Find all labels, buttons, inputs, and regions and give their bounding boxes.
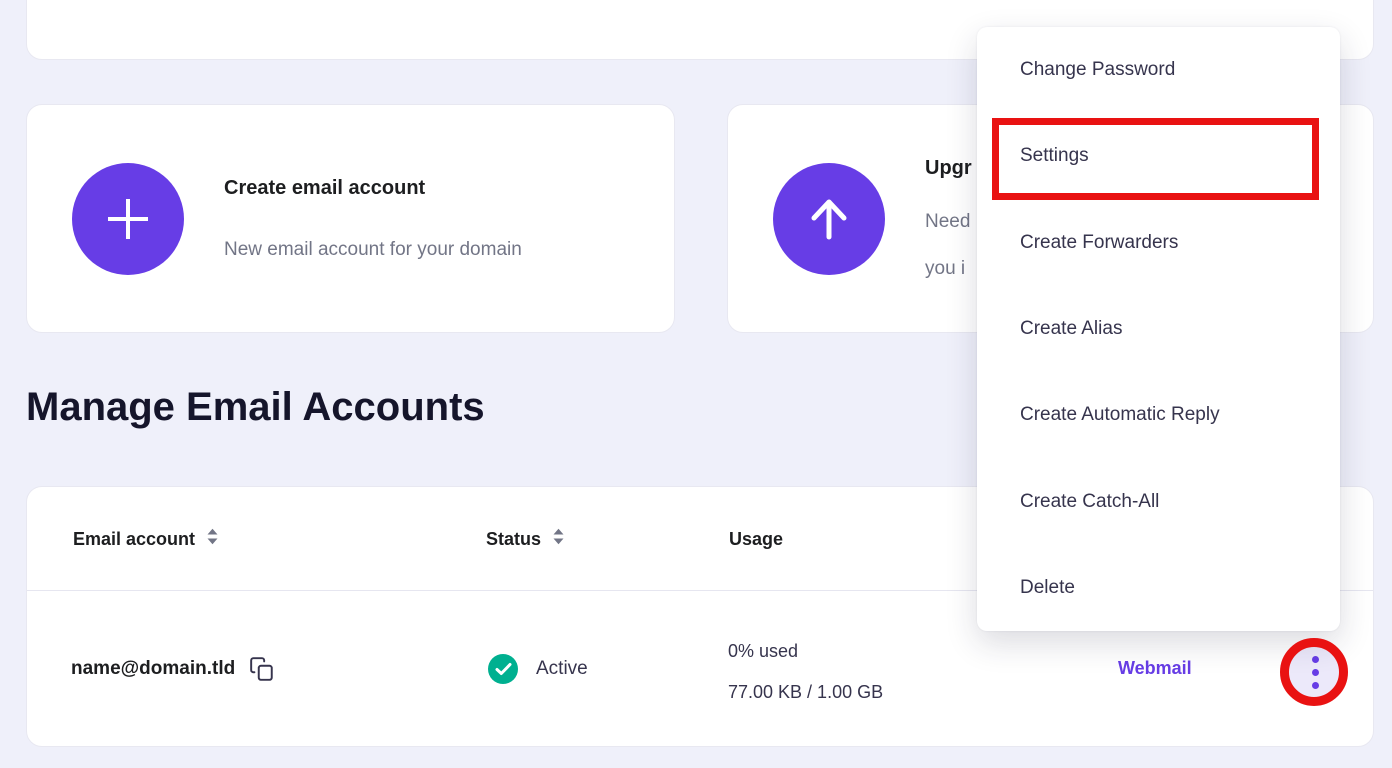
status-badge: Active bbox=[536, 658, 588, 680]
column-header-email-account[interactable]: Email account bbox=[73, 487, 219, 591]
check-circle-icon bbox=[488, 654, 518, 684]
usage-percent: 0% used bbox=[728, 641, 798, 662]
page-title: Manage Email Accounts bbox=[26, 383, 485, 431]
menu-item-create-alias[interactable]: Create Alias bbox=[977, 286, 1340, 372]
status-cell: Active bbox=[488, 591, 588, 746]
email-accounts-page: Create email account New email account f… bbox=[0, 0, 1392, 768]
upgrade-text-line2: you i bbox=[925, 255, 972, 282]
menu-item-delete[interactable]: Delete bbox=[977, 545, 1340, 631]
menu-item-change-password[interactable]: Change Password bbox=[977, 27, 1340, 113]
kebab-menu-highlight-annotation bbox=[1280, 638, 1348, 706]
usage-cell: 0% used 77.00 KB / 1.00 GB bbox=[728, 591, 883, 746]
email-account-cell: name@domain.tld bbox=[71, 591, 275, 746]
menu-item-create-automatic-reply[interactable]: Create Automatic Reply bbox=[977, 372, 1340, 458]
create-email-subtitle: New email account for your domain bbox=[224, 236, 522, 263]
copy-icon[interactable] bbox=[249, 656, 275, 682]
column-header-status[interactable]: Status bbox=[486, 487, 565, 591]
create-email-account-card[interactable]: Create email account New email account f… bbox=[26, 104, 675, 333]
settings-highlight-annotation bbox=[992, 118, 1319, 200]
upgrade-title: Upgr bbox=[925, 155, 972, 182]
plus-icon bbox=[72, 163, 184, 275]
usage-detail: 77.00 KB / 1.00 GB bbox=[728, 682, 883, 703]
menu-item-create-catch-all[interactable]: Create Catch-All bbox=[977, 458, 1340, 544]
upgrade-text-line1: Need bbox=[925, 208, 972, 235]
column-header-usage: Usage bbox=[729, 487, 783, 591]
sort-icon bbox=[552, 528, 565, 550]
arrow-up-icon bbox=[773, 163, 885, 275]
create-email-title: Create email account bbox=[224, 175, 522, 202]
sort-icon bbox=[206, 528, 219, 550]
email-address: name@domain.tld bbox=[71, 658, 235, 680]
menu-item-create-forwarders[interactable]: Create Forwarders bbox=[977, 200, 1340, 286]
